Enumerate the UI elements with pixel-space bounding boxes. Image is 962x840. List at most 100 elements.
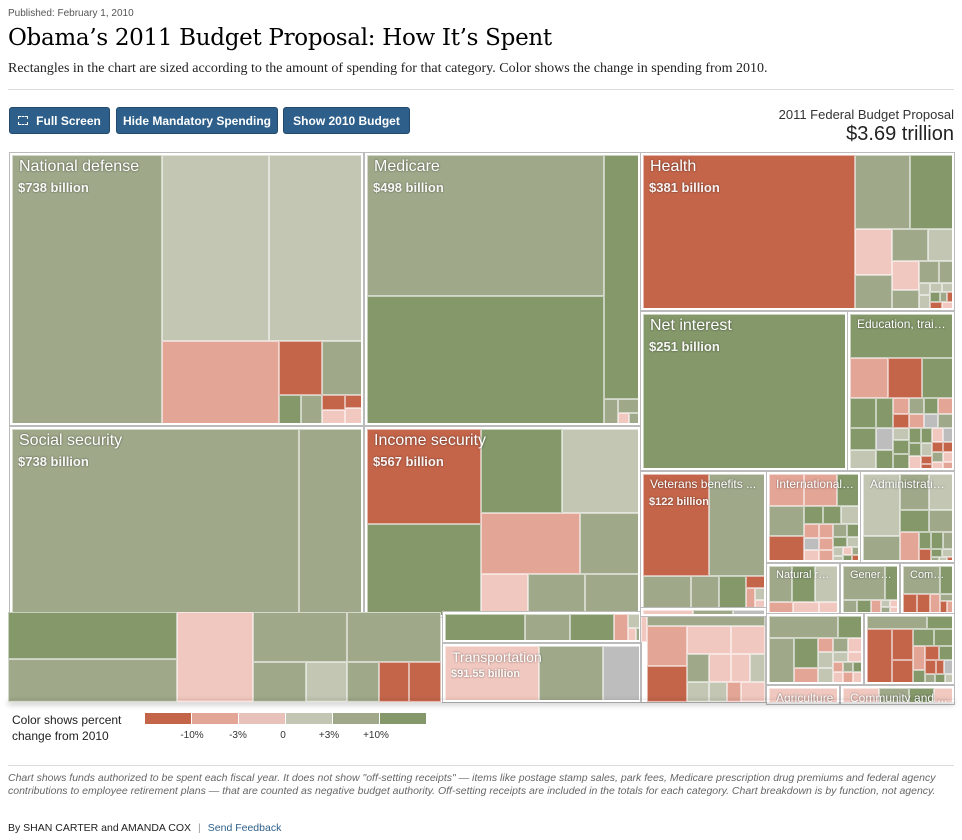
treemap-tile[interactable] (833, 672, 843, 682)
treemap-tile[interactable] (819, 550, 833, 560)
treemap-tile[interactable] (367, 524, 481, 615)
treemap-tile[interactable] (841, 506, 858, 524)
treemap-category[interactable]: Social security $738 billion (9, 426, 364, 618)
treemap-tile[interactable] (727, 682, 741, 702)
treemap-tile[interactable] (913, 670, 925, 682)
treemap-tile[interactable] (921, 464, 932, 468)
treemap-tile[interactable] (481, 513, 580, 574)
treemap-tile[interactable] (746, 576, 764, 588)
treemap-tile[interactable] (919, 283, 930, 295)
treemap-tile[interactable] (853, 672, 861, 682)
treemap-tile[interactable] (890, 607, 897, 612)
treemap-tile[interactable] (850, 428, 876, 450)
treemap-tile[interactable] (921, 428, 932, 443)
treemap-tile[interactable] (943, 532, 952, 549)
treemap-tile[interactable] (843, 547, 852, 555)
treemap-tile[interactable] (893, 398, 909, 414)
treemap-tile[interactable] (253, 612, 347, 662)
treemap-tile[interactable] (940, 601, 947, 612)
treemap-tile[interactable] (921, 443, 932, 456)
treemap-tile[interactable] (900, 532, 919, 560)
treemap-tile[interactable] (932, 452, 943, 462)
treemap-tile[interactable] (930, 594, 940, 612)
treemap-tile[interactable] (853, 662, 861, 672)
treemap-tile[interactable] (833, 537, 847, 547)
treemap-category[interactable]: National defense $738 billion (9, 152, 364, 426)
treemap-tile[interactable] (943, 442, 952, 452)
treemap-tile[interactable] (927, 616, 952, 629)
treemap-tile[interactable] (919, 261, 939, 283)
treemap-tile[interactable] (938, 414, 952, 428)
treemap-tile[interactable] (892, 290, 919, 308)
treemap-tile[interactable] (769, 638, 794, 682)
treemap-tile[interactable] (890, 600, 897, 607)
treemap-tile[interactable] (848, 652, 861, 662)
treemap-category-transition[interactable] (442, 611, 642, 643)
treemap-tile[interactable] (709, 682, 727, 702)
treemap-tile[interactable] (929, 510, 952, 532)
treemap-tile[interactable] (804, 524, 819, 538)
treemap-tile[interactable] (935, 674, 945, 682)
treemap-tile[interactable] (881, 607, 890, 612)
treemap-category[interactable]: Net interest $251 billion (640, 311, 848, 471)
treemap-tile[interactable] (643, 610, 693, 614)
treemap-tile[interactable] (804, 538, 819, 550)
treemap-tile[interactable] (614, 614, 628, 640)
treemap-tile[interactable] (629, 413, 638, 423)
treemap-category[interactable]: Comme... (900, 563, 955, 615)
treemap-category-transition[interactable] (640, 611, 766, 703)
treemap-tile[interactable] (938, 398, 952, 414)
treemap-tile[interactable] (8, 659, 177, 702)
treemap-tile[interactable] (691, 576, 719, 608)
treemap-tile[interactable] (643, 314, 845, 468)
treemap-tile[interactable] (871, 600, 881, 612)
treemap-tile[interactable] (940, 292, 947, 302)
treemap-tile[interactable] (709, 654, 731, 682)
treemap-tile[interactable] (647, 626, 687, 666)
treemap-tile[interactable] (693, 610, 733, 614)
treemap-tile[interactable] (687, 626, 731, 654)
treemap-category-transition[interactable] (864, 613, 955, 685)
show-2010-budget-button[interactable]: Show 2010 Budget (283, 107, 410, 134)
treemap-tile[interactable] (818, 638, 833, 652)
treemap-tile[interactable] (850, 358, 888, 398)
treemap-tile[interactable] (481, 574, 528, 615)
treemap-tile[interactable] (850, 398, 876, 428)
treemap-tile[interactable] (12, 155, 162, 423)
treemap-tile[interactable] (924, 398, 938, 414)
treemap-tile[interactable] (445, 614, 525, 640)
treemap-tile[interactable] (922, 358, 952, 398)
treemap-tile[interactable] (769, 616, 838, 638)
treemap-tile[interactable] (162, 341, 279, 423)
treemap-tile[interactable] (833, 652, 848, 662)
treemap-tile[interactable] (628, 628, 636, 640)
treemap-tile[interactable] (177, 612, 253, 702)
treemap-tile[interactable] (919, 532, 931, 549)
treemap-tile[interactable] (893, 454, 909, 468)
treemap-tile[interactable] (943, 452, 952, 462)
treemap-tile[interactable] (942, 302, 952, 308)
treemap-tile[interactable] (833, 662, 843, 672)
hide-mandatory-spending-button[interactable]: Hide Mandatory Spending (116, 107, 278, 134)
treemap-tile[interactable] (939, 646, 952, 660)
treemap-tile[interactable] (733, 610, 764, 614)
treemap-tile[interactable] (843, 600, 857, 612)
treemap-tile[interactable] (162, 155, 269, 341)
treemap-tile[interactable] (8, 612, 177, 659)
treemap-tile[interactable] (892, 229, 928, 261)
treemap-tile[interactable] (909, 398, 924, 414)
treemap-category[interactable]: Community and ... (840, 685, 955, 705)
treemap-tile[interactable] (409, 662, 441, 702)
treemap-tile[interactable] (750, 654, 765, 682)
treemap-tile[interactable] (525, 614, 570, 640)
treemap-tile[interactable] (755, 588, 764, 600)
treemap-tile[interactable] (570, 614, 614, 640)
treemap-category[interactable]: Administratio... (860, 471, 955, 563)
treemap-tile[interactable] (322, 341, 361, 395)
treemap-tile[interactable] (345, 408, 361, 423)
treemap-tile[interactable] (367, 155, 604, 296)
treemap-tile[interactable] (604, 155, 638, 399)
treemap-tile[interactable] (893, 414, 909, 428)
treemap-tile[interactable] (893, 428, 909, 440)
treemap-category[interactable]: Education, train... (847, 311, 955, 471)
